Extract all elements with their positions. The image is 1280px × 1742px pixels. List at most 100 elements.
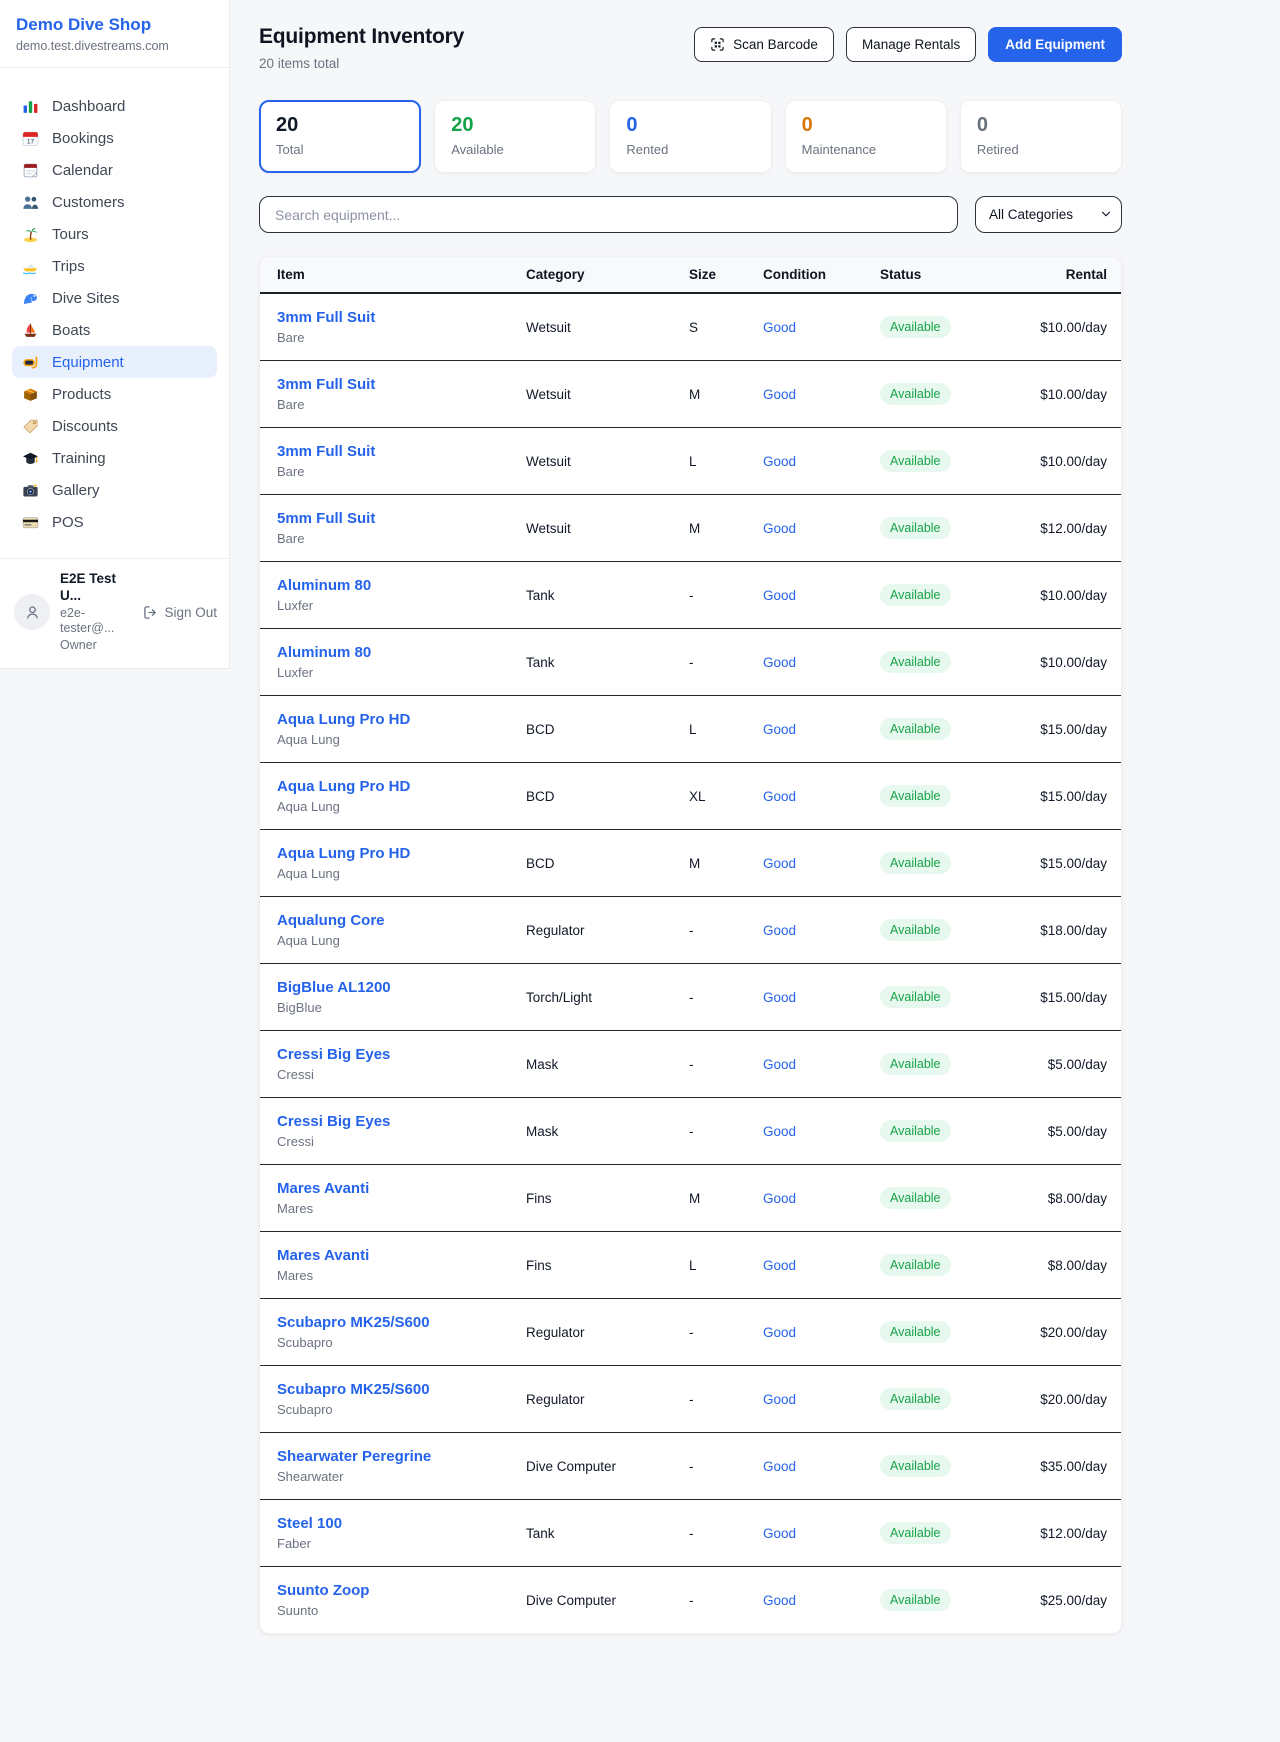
item-name-link[interactable]: Aqualung Core xyxy=(277,912,509,929)
item-name-link[interactable]: Cressi Big Eyes xyxy=(277,1113,509,1130)
stat-card-maintenance[interactable]: 0 Maintenance xyxy=(785,100,947,173)
sidebar-item-products[interactable]: Products xyxy=(12,378,217,410)
table-row: Shearwater Peregrine Shearwater Dive Com… xyxy=(260,1433,1121,1500)
sidebar-item-dashboard[interactable]: Dashboard xyxy=(12,90,217,122)
item-name-link[interactable]: 5mm Full Suit xyxy=(277,510,509,527)
wave-icon xyxy=(22,290,39,307)
item-name-link[interactable]: Suunto Zoop xyxy=(277,1582,509,1599)
condition-link[interactable]: Good xyxy=(763,320,796,335)
condition-link[interactable]: Good xyxy=(763,588,796,603)
condition-link[interactable]: Good xyxy=(763,655,796,670)
item-category: BCD xyxy=(509,763,672,830)
item-category: Regulator xyxy=(509,1299,672,1366)
sidebar-item-calendar[interactable]: Calendar xyxy=(12,154,217,186)
manage-rentals-button[interactable]: Manage Rentals xyxy=(846,27,976,62)
condition-link[interactable]: Good xyxy=(763,1593,796,1608)
sidebar-item-dive-sites[interactable]: Dive Sites xyxy=(12,282,217,314)
item-name-link[interactable]: Steel 100 xyxy=(277,1515,509,1532)
category-select[interactable]: All Categories xyxy=(975,196,1122,233)
item-name-link[interactable]: 3mm Full Suit xyxy=(277,309,509,326)
item-brand: Bare xyxy=(277,397,509,412)
item-name-link[interactable]: Aqua Lung Pro HD xyxy=(277,711,509,728)
status-badge: Available xyxy=(880,316,951,338)
user-name: E2E Test U... xyxy=(60,571,133,605)
stat-card-total[interactable]: 20 Total xyxy=(259,100,421,173)
condition-link[interactable]: Good xyxy=(763,1526,796,1541)
item-category: Tank xyxy=(509,629,672,696)
condition-link[interactable]: Good xyxy=(763,1392,796,1407)
sidebar-item-label: Discounts xyxy=(52,418,118,435)
condition-link[interactable]: Good xyxy=(763,722,796,737)
item-name-link[interactable]: Scubapro MK25/S600 xyxy=(277,1314,509,1331)
table-row: Scubapro MK25/S600 Scubapro Regulator - … xyxy=(260,1366,1121,1433)
stat-card-retired[interactable]: 0 Retired xyxy=(960,100,1122,173)
item-name-link[interactable]: Aluminum 80 xyxy=(277,577,509,594)
table-row: 3mm Full Suit Bare Wetsuit L Good Availa… xyxy=(260,428,1121,495)
stat-card-rented[interactable]: 0 Rented xyxy=(609,100,771,173)
item-name-link[interactable]: Mares Avanti xyxy=(277,1247,509,1264)
condition-link[interactable]: Good xyxy=(763,789,796,804)
stat-value-retired: 0 xyxy=(977,114,1105,137)
item-name-link[interactable]: BigBlue AL1200 xyxy=(277,979,509,996)
status-badge: Available xyxy=(880,1388,951,1410)
sidebar-item-bookings[interactable]: 17 Bookings xyxy=(12,122,217,154)
item-name-link[interactable]: 3mm Full Suit xyxy=(277,443,509,460)
status-badge: Available xyxy=(880,517,951,539)
search-input[interactable] xyxy=(259,196,958,233)
item-name-link[interactable]: Cressi Big Eyes xyxy=(277,1046,509,1063)
person-icon xyxy=(24,604,41,621)
sidebar-item-gallery[interactable]: Gallery xyxy=(12,474,217,506)
sign-out-button[interactable]: Sign Out xyxy=(143,605,217,620)
sidebar-item-label: POS xyxy=(52,514,84,531)
condition-link[interactable]: Good xyxy=(763,521,796,536)
item-rental: $20.00/day xyxy=(983,1299,1121,1366)
sidebar-item-training[interactable]: Training xyxy=(12,442,217,474)
item-name-link[interactable]: Scubapro MK25/S600 xyxy=(277,1381,509,1398)
page-title: Equipment Inventory xyxy=(259,25,464,49)
items-total-subtitle: 20 items total xyxy=(259,56,464,71)
status-badge: Available xyxy=(880,986,951,1008)
item-name-link[interactable]: Aluminum 80 xyxy=(277,644,509,661)
stat-card-available[interactable]: 20 Available xyxy=(434,100,596,173)
condition-link[interactable]: Good xyxy=(763,454,796,469)
item-category: Wetsuit xyxy=(509,428,672,495)
item-brand: Aqua Lung xyxy=(277,866,509,881)
item-name-link[interactable]: Shearwater Peregrine xyxy=(277,1448,509,1465)
sidebar-item-pos[interactable]: POS xyxy=(12,506,217,538)
item-name-link[interactable]: 3mm Full Suit xyxy=(277,376,509,393)
item-category: Fins xyxy=(509,1232,672,1299)
condition-link[interactable]: Good xyxy=(763,387,796,402)
sidebar-item-discounts[interactable]: Discounts xyxy=(12,410,217,442)
condition-link[interactable]: Good xyxy=(763,1258,796,1273)
sidebar-item-customers[interactable]: Customers xyxy=(12,186,217,218)
condition-link[interactable]: Good xyxy=(763,1124,796,1139)
condition-link[interactable]: Good xyxy=(763,990,796,1005)
sidebar-item-boats[interactable]: Boats xyxy=(12,314,217,346)
item-size: - xyxy=(672,1366,746,1433)
condition-link[interactable]: Good xyxy=(763,923,796,938)
condition-link[interactable]: Good xyxy=(763,1191,796,1206)
add-equipment-button[interactable]: Add Equipment xyxy=(988,27,1122,62)
sidebar-item-tours[interactable]: Tours xyxy=(12,218,217,250)
header-actions: Scan Barcode Manage Rentals Add Equipmen… xyxy=(694,27,1122,62)
item-name-link[interactable]: Mares Avanti xyxy=(277,1180,509,1197)
condition-link[interactable]: Good xyxy=(763,1459,796,1474)
sidebar-item-trips[interactable]: Trips xyxy=(12,250,217,282)
item-size: - xyxy=(672,1299,746,1366)
condition-link[interactable]: Good xyxy=(763,856,796,871)
sidebar-item-label: Training xyxy=(52,450,106,467)
sidebar-item-label: Dashboard xyxy=(52,98,125,115)
item-rental: $35.00/day xyxy=(983,1433,1121,1500)
condition-link[interactable]: Good xyxy=(763,1057,796,1072)
brand-title[interactable]: Demo Dive Shop xyxy=(16,15,213,35)
item-brand: BigBlue xyxy=(277,1000,509,1015)
item-category: Regulator xyxy=(509,1366,672,1433)
item-name-link[interactable]: Aqua Lung Pro HD xyxy=(277,845,509,862)
table-row: Aluminum 80 Luxfer Tank - Good Available… xyxy=(260,562,1121,629)
item-category: Wetsuit xyxy=(509,361,672,428)
sidebar-item-equipment[interactable]: Equipment xyxy=(12,346,217,378)
scan-barcode-button[interactable]: Scan Barcode xyxy=(694,27,834,62)
item-name-link[interactable]: Aqua Lung Pro HD xyxy=(277,778,509,795)
status-badge: Available xyxy=(880,1522,951,1544)
condition-link[interactable]: Good xyxy=(763,1325,796,1340)
